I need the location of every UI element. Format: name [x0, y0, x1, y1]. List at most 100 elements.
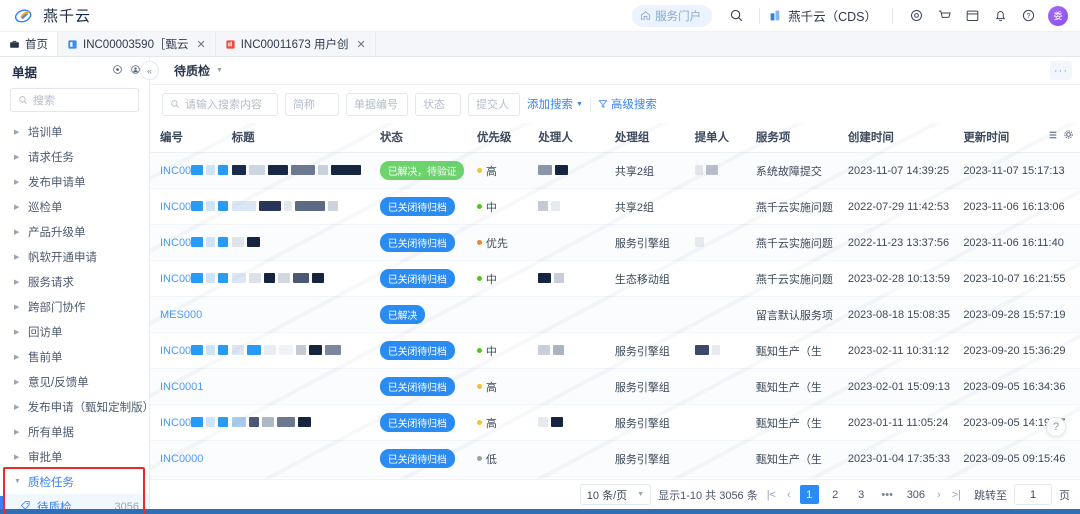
bell-icon[interactable] — [986, 2, 1014, 30]
cart-icon[interactable] — [930, 2, 958, 30]
cell-id[interactable]: INC00 — [150, 152, 228, 189]
doc-number-filter[interactable]: 单据编号 — [346, 92, 408, 116]
table-row[interactable]: INC00 已关闭待归档高 废弃组 燕千云实施问题2022-07-27 12:04:4… — [150, 476, 1080, 479]
cell-id[interactable]: INC0001 — [150, 368, 228, 405]
more-actions-button[interactable]: ··· — [1050, 61, 1072, 80]
cell-title[interactable] — [227, 188, 376, 225]
sidebar-search-input[interactable]: 搜索 — [10, 88, 139, 112]
sidebar-item-3[interactable]: ▶ 巡检单 — [0, 194, 149, 219]
tab-close-icon[interactable]: ✕ — [357, 38, 366, 51]
table-row[interactable]: INC00 已关闭待归档 优先 服务引擎组 燕千云实施问题 2022-11-23 13:3… — [150, 224, 1080, 261]
table-row[interactable]: INC0001 已关闭待归档高 服务引擎组 甄知生产（生 2023-02-01 15:0… — [150, 368, 1080, 405]
sidebar-item-label: 服务请求 — [28, 276, 74, 289]
page-button-3[interactable]: 3 — [852, 485, 871, 504]
status-filter[interactable]: 状态 — [415, 92, 461, 116]
density-icon[interactable] — [1048, 127, 1058, 145]
cell-id[interactable]: INC00 — [150, 188, 228, 225]
table-row[interactable]: INC00 已关闭待归档中 服务引擎组 甄知生产（生 2023-02-11 10:31:… — [150, 332, 1080, 369]
page-button-last[interactable]: 306 — [904, 485, 928, 504]
column-header-5[interactable]: 处理组 — [610, 123, 691, 153]
tab-close-icon[interactable]: ✕ — [196, 38, 205, 51]
cell-title[interactable] — [227, 224, 376, 261]
column-header-8[interactable]: 创建时间 — [843, 123, 960, 153]
table-row[interactable]: INC0000 已关闭待归档低 服务引擎组 甄知生产（生 2023-01-04 17:3… — [150, 440, 1080, 477]
help-circle-icon[interactable]: ? — [1014, 2, 1042, 30]
jump-page-input[interactable]: 1 — [1014, 484, 1052, 505]
end-page-button[interactable]: >| — [950, 489, 963, 501]
column-header-4[interactable]: 处理人 — [534, 123, 611, 153]
cell-title[interactable] — [227, 404, 376, 441]
target-icon[interactable] — [902, 2, 930, 30]
sidebar-item-12[interactable]: ▶ 所有单据 — [0, 419, 149, 444]
sidebar-item-8[interactable]: ▶ 回访单 — [0, 319, 149, 344]
sidebar-item-0[interactable]: ▶ 培训单 — [0, 119, 149, 144]
sidebar-group-quality[interactable]: ▼ 质检任务 — [0, 469, 149, 494]
cell-id[interactable]: INC00 — [150, 260, 228, 297]
column-header-1[interactable]: 标题 — [227, 123, 376, 153]
cell-submitter — [690, 152, 752, 189]
tab-inc00011673[interactable]: INC00011673 用户创 ✕ — [215, 32, 376, 56]
cell-title[interactable] — [227, 476, 376, 479]
avatar[interactable]: 委 — [1048, 5, 1068, 26]
priority-dot — [476, 348, 482, 353]
cell-id[interactable]: INC0000 — [150, 440, 228, 477]
service-portal-button[interactable]: 服务门户 — [632, 4, 713, 27]
page-button-1[interactable]: 1 — [799, 485, 819, 504]
column-header-0[interactable]: 编号 — [150, 123, 228, 153]
advanced-search-button[interactable]: 高级搜索 — [598, 96, 657, 112]
submitter-filter[interactable]: 提交人 — [468, 92, 520, 116]
chevron-right-icon: ▶ — [14, 428, 20, 436]
table-row[interactable]: INC00 已关闭待归档高 服务引擎组 甄知生产（生 2023-01-11 11:05:… — [150, 404, 1080, 441]
sidebar-subitem-pending-inspection[interactable]: 待质检 3056 — [0, 494, 149, 509]
sidebar-item-11[interactable]: ▶ 发布申请（甄知定制版） — [0, 394, 149, 419]
cell-title[interactable] — [227, 260, 376, 297]
column-header-6[interactable]: 提单人 — [690, 123, 752, 153]
search-input[interactable]: 请输入搜索内容 — [162, 92, 278, 116]
sidebar-collapse-button[interactable]: « — [140, 61, 159, 80]
tab-home[interactable]: 首页 — [0, 32, 58, 56]
column-header-7[interactable]: 服务项 — [751, 123, 844, 153]
brand-area[interactable]: 燕千云 — [0, 5, 91, 27]
first-page-button[interactable]: |< — [765, 489, 778, 501]
sidebar-item-7[interactable]: ▶ 跨部门协作 — [0, 294, 149, 319]
table-row[interactable]: INC00 已解决，待验证高 共享2组 系统故障提交 2023-11-07 14:39:… — [150, 152, 1080, 189]
sidebar-item-5[interactable]: ▶ 帆软开通申请 — [0, 244, 149, 269]
gear-icon[interactable] — [1063, 127, 1074, 145]
page-size-select[interactable]: 10 条/页 ▼ — [579, 484, 652, 505]
tab-inc00003590[interactable]: INC00003590［甄云 ✕ — [58, 32, 216, 56]
cell-title[interactable] — [227, 332, 376, 369]
add-search-button[interactable]: 添加搜索 ▼ — [527, 96, 583, 112]
chevron-down-icon[interactable]: ▼ — [216, 67, 223, 74]
sidebar-item-4[interactable]: ▶ 产品升级单 — [0, 219, 149, 244]
sidebar-item-10[interactable]: ▶ 意见/反馈单 — [0, 369, 149, 394]
column-header-3[interactable]: 优先级 — [472, 123, 535, 153]
target-icon[interactable] — [112, 62, 123, 80]
sidebar-item-2[interactable]: ▶ 发布申请单 — [0, 169, 149, 194]
cell-id[interactable]: INC00 — [150, 476, 228, 479]
table-row[interactable]: INC00 已关闭待归档中 生态移动组 燕千云实施问题 2023-02-28 10:13… — [150, 260, 1080, 297]
sidebar-item-9[interactable]: ▶ 售前单 — [0, 344, 149, 369]
search-icon[interactable] — [722, 2, 750, 30]
cell-id[interactable]: MES000 — [150, 296, 228, 333]
sidebar-item-13[interactable]: ▶ 审批单 — [0, 444, 149, 469]
cell-title[interactable] — [227, 440, 376, 477]
column-header-2[interactable]: 状态 — [375, 123, 473, 153]
next-page-button[interactable]: › — [935, 489, 943, 501]
sidebar-item-1[interactable]: ▶ 请求任务 — [0, 144, 149, 169]
app-switcher[interactable]: 燕千云（CDS） — [769, 6, 877, 25]
cell-id[interactable]: INC00 — [150, 332, 228, 369]
table-row[interactable]: INC00 已关闭待归档中 共享2组 燕千云实施问题 2022-07-29 11:42:… — [150, 188, 1080, 225]
cell-id[interactable]: INC00 — [150, 224, 228, 261]
page-ellipsis[interactable]: ••• — [878, 485, 897, 504]
short-name-filter[interactable]: 简称 — [285, 92, 339, 116]
table-row[interactable]: MES000 已解决 留言默认服务项 2023-08-18 15:08:35 2023-… — [150, 296, 1080, 333]
cell-title[interactable] — [227, 296, 376, 333]
cell-id[interactable]: INC00 — [150, 404, 228, 441]
cell-title[interactable] — [227, 368, 376, 405]
help-floating-button[interactable]: ? — [1046, 417, 1066, 437]
calendar-icon[interactable] — [958, 2, 986, 30]
page-button-2[interactable]: 2 — [826, 485, 845, 504]
cell-title[interactable] — [227, 152, 376, 189]
sidebar-item-6[interactable]: ▶ 服务请求 — [0, 269, 149, 294]
prev-page-button[interactable]: ‹ — [785, 489, 793, 501]
